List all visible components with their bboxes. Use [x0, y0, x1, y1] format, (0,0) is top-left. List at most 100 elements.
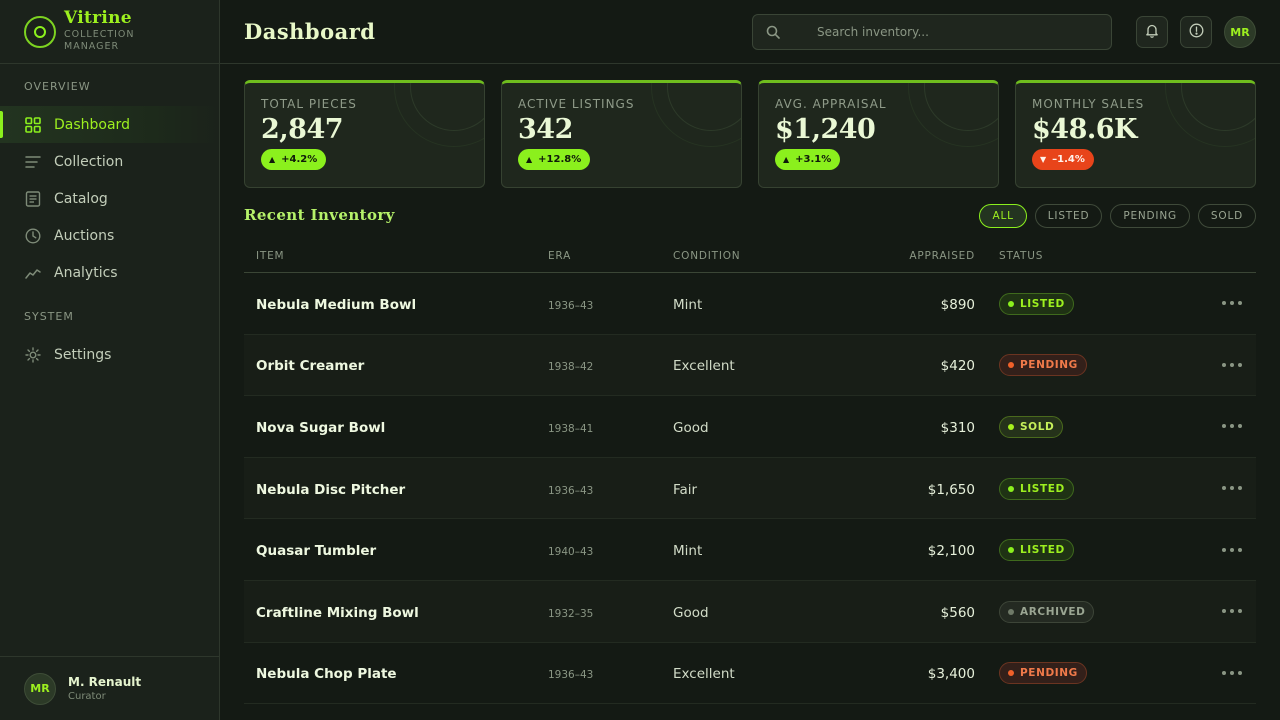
app-shell: Vitrine COLLECTION MANAGER OVERVIEW Dash…	[0, 0, 1280, 720]
filter-chip-sold[interactable]: SOLD	[1197, 204, 1256, 228]
column-header-status[interactable]: STATUS	[975, 250, 1155, 262]
item-era: 1932–35	[548, 607, 594, 620]
status-dot-icon	[1008, 485, 1014, 492]
status-dot-icon	[1008, 670, 1014, 677]
gear-icon	[24, 346, 42, 364]
notifications-button[interactable]	[1136, 16, 1168, 48]
item-appraised-value: $420	[940, 358, 975, 375]
item-name[interactable]: Quasar Tumbler	[256, 543, 376, 559]
item-era: 1936–43	[548, 484, 594, 497]
status-dot-icon	[1008, 362, 1014, 369]
grid-icon	[24, 116, 42, 134]
table-row[interactable]: Nebula Chop Plate 1936–43 Excellent $3,400 P…	[244, 643, 1256, 705]
table-row[interactable]: Quasar Tumbler 1940–43 Mint $2,100 LISTED	[244, 519, 1256, 581]
filter-chip-listed[interactable]: LISTED	[1034, 204, 1103, 228]
kpi-card-avg-appraisal: AVG. APPRAISAL $1,240 ▲ +3.1%	[758, 80, 999, 188]
item-name[interactable]: Orbit Creamer	[256, 358, 364, 374]
item-condition: Fair	[673, 481, 698, 498]
column-header-condition[interactable]: CONDITION	[673, 250, 853, 262]
status-badge: LISTED	[999, 477, 1074, 500]
table-row[interactable]: Nebula Disc Pitcher 1936–43 Fair $1,650 LIST…	[244, 457, 1256, 520]
more-dots-icon	[1222, 486, 1226, 491]
kpi-delta-badge: ▲ +4.2%	[261, 149, 327, 170]
item-condition: Good	[673, 604, 709, 621]
sidebar-item-settings[interactable]: Settings	[0, 336, 219, 373]
alerts-button[interactable]	[1180, 16, 1212, 48]
status-badge: SOLD	[999, 415, 1064, 438]
item-condition: Mint	[673, 296, 703, 313]
kpi-delta-badge: ▼ –1.4%	[1032, 149, 1094, 170]
sidebar-item-dashboard[interactable]: Dashboard	[0, 106, 219, 143]
item-name[interactable]: Craftline Mixing Bowl	[256, 605, 419, 621]
chart-line-icon	[24, 264, 42, 282]
more-dots-icon	[1222, 670, 1226, 675]
brand[interactable]: Vitrine COLLECTION MANAGER	[0, 0, 219, 64]
sidebar-item-label: Catalog	[54, 190, 108, 207]
arrow-up-icon: ▲	[526, 155, 533, 164]
more-actions-button[interactable]	[1222, 357, 1242, 373]
section-title: Recent Inventory	[244, 206, 395, 224]
item-era: 1936–43	[548, 299, 594, 312]
clock-icon	[24, 227, 42, 245]
item-era: 1940–43	[548, 546, 594, 559]
arrow-down-icon: ▼	[1040, 155, 1047, 164]
item-era: 1938–41	[548, 422, 594, 435]
more-actions-button[interactable]	[1222, 542, 1242, 558]
more-actions-button[interactable]	[1222, 295, 1242, 311]
item-appraised-value: $3,400	[927, 666, 975, 683]
sidebar-item-label: Analytics	[54, 264, 118, 281]
item-condition: Mint	[673, 543, 703, 560]
item-name[interactable]: Nebula Chop Plate	[256, 666, 397, 682]
item-name[interactable]: Nebula Disc Pitcher	[256, 482, 405, 498]
column-header-era[interactable]: ERA	[548, 250, 673, 262]
status-badge: ARCHIVED	[999, 600, 1095, 623]
table-row[interactable]: Nova Sugar Bowl 1938–41 Good $310 SOLD	[244, 396, 1256, 458]
item-appraised-value: $560	[940, 604, 975, 621]
sidebar-item-label: Collection	[54, 153, 124, 170]
sidebar-item-label: Auctions	[54, 227, 115, 244]
filter-chip-all[interactable]: ALL	[979, 204, 1027, 228]
arrow-up-icon: ▲	[269, 155, 276, 164]
status-badge: LISTED	[999, 292, 1074, 315]
document-icon	[24, 190, 42, 208]
logo-icon	[24, 15, 56, 48]
item-appraised-value: $310	[940, 419, 975, 436]
table-row[interactable]: Orbit Creamer 1938–42 Excellent $420 PENDING	[244, 334, 1256, 397]
brand-name: Vitrine	[64, 8, 132, 28]
table-row[interactable]: Craftline Mixing Bowl 1932–35 Good $560 ARCH…	[244, 580, 1256, 643]
search-input[interactable]	[817, 25, 1097, 39]
table-row[interactable]: Nebula Medium Bowl 1936–43 Mint $890 LISTED	[244, 273, 1256, 335]
nav-section-overview: OVERVIEW	[24, 80, 91, 93]
column-header-appraised[interactable]: APPRAISED	[853, 250, 975, 262]
sidebar-item-collection[interactable]: Collection	[0, 143, 219, 180]
item-name[interactable]: Nebula Medium Bowl	[256, 297, 416, 313]
user-profile[interactable]: MR M. Renault Curator	[0, 656, 219, 720]
search-icon	[753, 25, 793, 39]
item-condition: Excellent	[673, 666, 735, 683]
kpi-cards: TOTAL PIECES 2,847 ▲ +4.2% ACTIVE LISTING…	[244, 80, 1256, 188]
sidebar-item-label: Dashboard	[54, 116, 130, 133]
sidebar-item-analytics[interactable]: Analytics	[0, 254, 219, 291]
more-actions-button[interactable]	[1222, 480, 1242, 496]
item-name[interactable]: Nova Sugar Bowl	[256, 420, 385, 436]
main-content: Dashboard MR T	[220, 0, 1280, 720]
kpi-delta-badge: ▲ +3.1%	[775, 149, 841, 170]
column-header-item[interactable]: ITEM	[244, 250, 548, 262]
user-avatar-button[interactable]: MR	[1224, 16, 1256, 48]
more-actions-button[interactable]	[1222, 665, 1242, 681]
bell-icon	[1145, 23, 1159, 42]
page-title: Dashboard	[244, 19, 376, 44]
status-badge: PENDING	[999, 662, 1087, 685]
filter-chip-pending[interactable]: PENDING	[1110, 204, 1190, 228]
item-condition: Excellent	[673, 358, 735, 375]
more-actions-button[interactable]	[1222, 418, 1242, 434]
nav-section-system: SYSTEM	[24, 310, 74, 323]
status-badge: LISTED	[999, 539, 1074, 562]
search-box[interactable]	[752, 14, 1112, 50]
more-dots-icon	[1222, 424, 1226, 429]
sidebar-item-catalog[interactable]: Catalog	[0, 180, 219, 217]
status-dot-icon	[1008, 547, 1014, 554]
more-actions-button[interactable]	[1222, 603, 1242, 619]
sidebar-item-auctions[interactable]: Auctions	[0, 217, 219, 254]
alert-circle-icon	[1189, 23, 1204, 42]
